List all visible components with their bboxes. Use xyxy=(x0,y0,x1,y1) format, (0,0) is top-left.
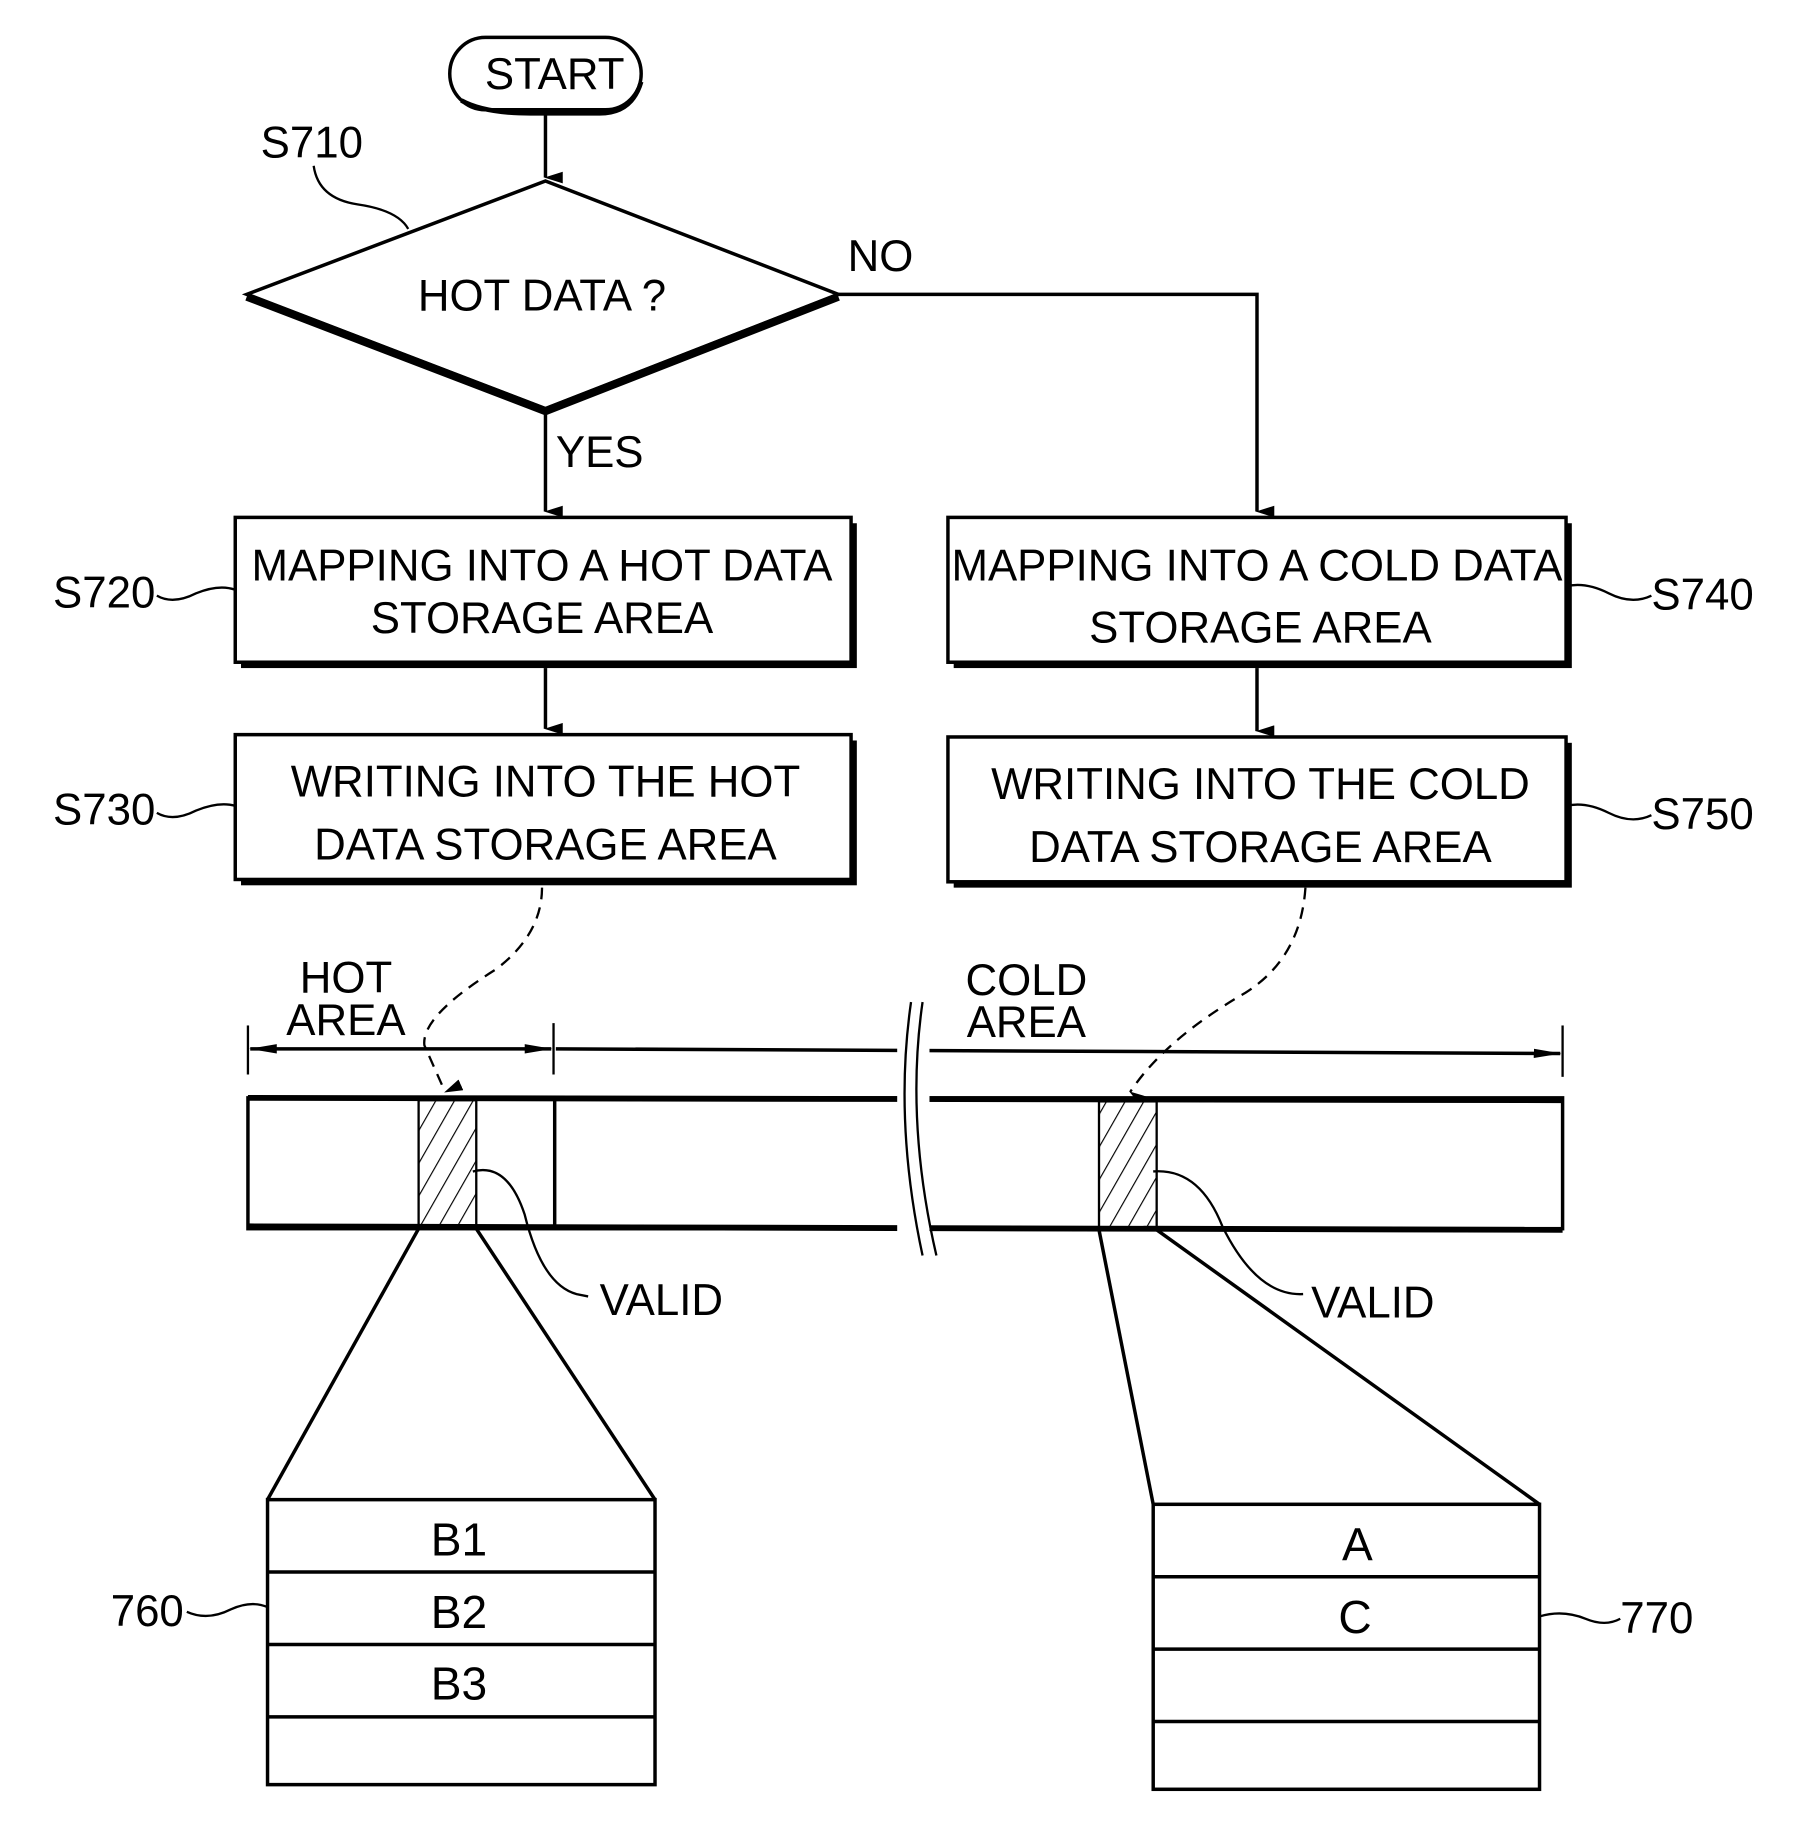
step-s720-line2: STORAGE AREA xyxy=(371,594,714,643)
step-s750: WRITING INTO THE COLD DATA STORAGE AREA xyxy=(946,735,1572,888)
leader-s730 xyxy=(156,803,236,819)
block-760-row: B3 xyxy=(431,1657,487,1709)
ref-770: 770 xyxy=(1620,1594,1693,1643)
expand-hot-right xyxy=(474,1227,657,1501)
yes-label: YES xyxy=(556,428,644,477)
arrow-no-branch xyxy=(838,292,1275,518)
ref-s710: S710 xyxy=(261,118,363,167)
no-label: NO xyxy=(848,232,914,281)
step-s720-line1: MAPPING INTO A HOT DATA xyxy=(251,541,833,590)
block-770-row: A xyxy=(1342,1518,1373,1570)
decision-text: HOT DATA ? xyxy=(418,271,666,320)
step-s750-line1: WRITING INTO THE COLD xyxy=(991,760,1530,809)
memory-strip xyxy=(246,992,1565,1262)
block-770-row: C xyxy=(1338,1591,1371,1643)
step-s750-line2: DATA STORAGE AREA xyxy=(1029,823,1492,872)
step-s740: MAPPING INTO A COLD DATA STORAGE AREA xyxy=(946,515,1572,669)
expand-hot-left xyxy=(266,1227,421,1501)
block-760: B1 B2 B3 xyxy=(265,1497,657,1787)
leader-s720 xyxy=(156,586,236,601)
step-s730: WRITING INTO THE HOT DATA STORAGE AREA xyxy=(233,732,857,886)
step-s730-line2: DATA STORAGE AREA xyxy=(314,820,777,869)
expand-cold-left xyxy=(1097,1229,1155,1505)
step-s730-line1: WRITING INTO THE HOT xyxy=(291,757,801,806)
expand-cold-right xyxy=(1155,1228,1541,1506)
ref-s730: S730 xyxy=(53,785,155,834)
ref-s740: S740 xyxy=(1651,570,1753,619)
block-760-row: B2 xyxy=(431,1586,487,1638)
dashed-connector-hot xyxy=(423,887,544,1093)
valid-cold-label: VALID xyxy=(1311,1278,1434,1327)
block-760-row: B1 xyxy=(431,1513,487,1565)
valid-hot-label: VALID xyxy=(600,1276,723,1325)
leader-s740 xyxy=(1565,583,1652,601)
block-770: A C xyxy=(1151,1502,1542,1792)
step-s740-line1: MAPPING INTO A COLD DATA xyxy=(951,541,1563,590)
valid-page-hot xyxy=(417,1099,478,1228)
valid-page-cold xyxy=(1097,1100,1158,1229)
start-terminal: START xyxy=(448,35,644,116)
break-mark xyxy=(897,992,930,1262)
ref-s720: S720 xyxy=(53,568,155,617)
leader-s710 xyxy=(312,165,410,230)
hot-area-label-2: AREA xyxy=(286,996,406,1045)
leader-760 xyxy=(186,1602,268,1618)
start-label: START xyxy=(485,50,625,99)
ref-s750: S750 xyxy=(1651,790,1753,839)
cold-area-label-2: AREA xyxy=(967,998,1087,1047)
cold-area-dimension xyxy=(555,1047,1562,1059)
leader-s750 xyxy=(1565,803,1652,821)
step-s740-line2: STORAGE AREA xyxy=(1089,603,1432,652)
dashed-connector-cold xyxy=(1129,887,1307,1107)
flowchart-diagram: START HOT DATA ? S710 NO YES MAPPING INT… xyxy=(53,35,1754,1792)
ref-760: 760 xyxy=(111,1587,184,1636)
decision-hot-data: HOT DATA ? xyxy=(241,179,844,416)
step-s720: MAPPING INTO A HOT DATA STORAGE AREA xyxy=(233,515,857,669)
leader-770 xyxy=(1539,1612,1621,1625)
